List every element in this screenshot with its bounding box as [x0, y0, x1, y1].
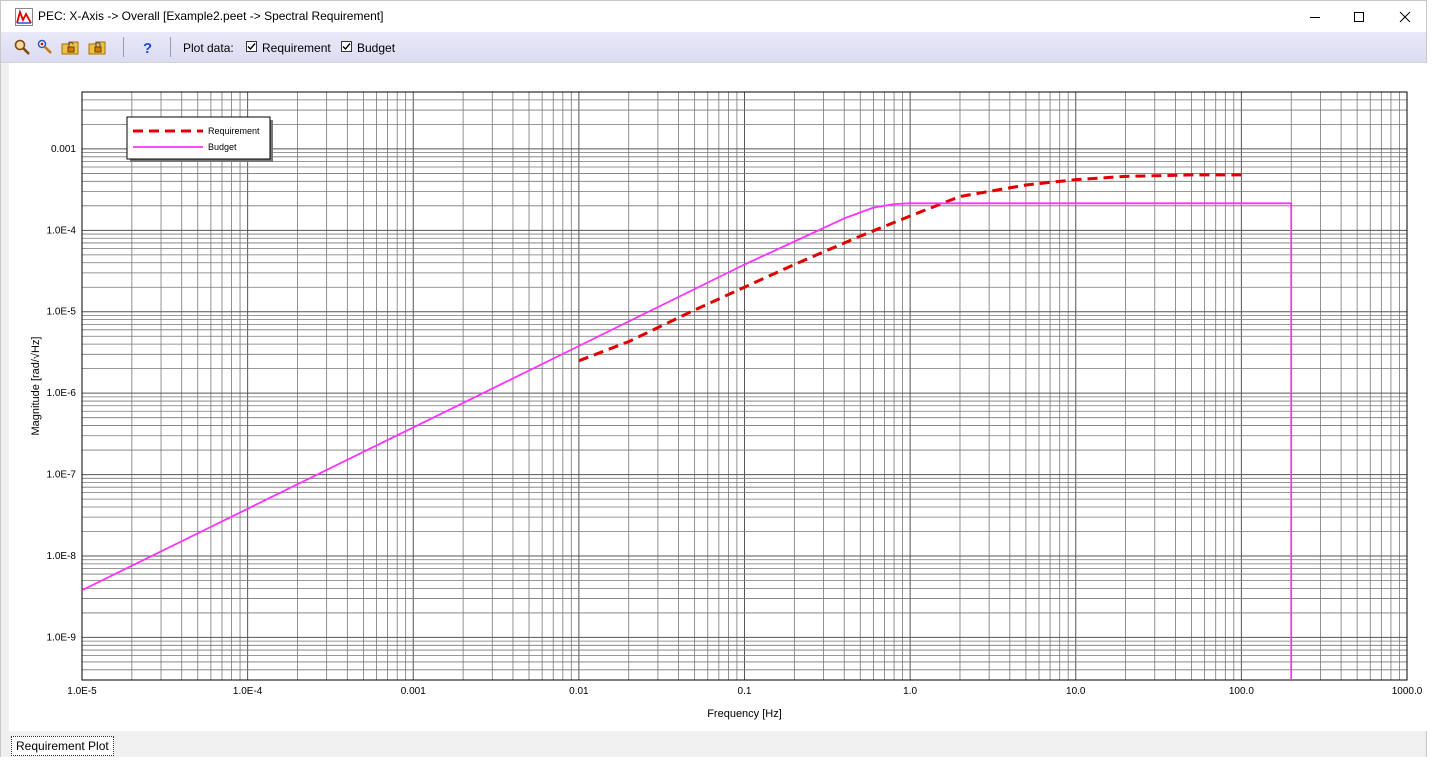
- close-button[interactable]: [1382, 1, 1428, 32]
- x-tick-label: 0.001: [401, 686, 426, 697]
- requirement-checkbox-label[interactable]: Requirement: [262, 41, 331, 55]
- x-tick-label: 1.0E-5: [67, 686, 97, 697]
- lock-folder-icon[interactable]: [88, 38, 106, 56]
- y-tick-label: 0.001: [51, 144, 76, 155]
- y-tick-label: 1.0E-5: [47, 307, 77, 318]
- x-axis-label: Frequency [Hz]: [707, 708, 782, 720]
- app-window: PEC: X-Axis -> Overall [Example2.peet ->…: [0, 0, 1427, 757]
- budget-checkbox-label[interactable]: Budget: [357, 41, 395, 55]
- app-logo-icon: [15, 8, 33, 26]
- window-title: PEC: X-Axis -> Overall [Example2.peet ->…: [38, 9, 384, 23]
- close-icon: [1399, 11, 1411, 22]
- y-tick-label: 1.0E-4: [47, 225, 77, 236]
- toolbar-separator: [170, 37, 171, 57]
- status-bar: Requirement Plot: [1, 732, 1426, 757]
- zoom-in-icon[interactable]: [13, 38, 31, 56]
- maximize-button[interactable]: [1336, 1, 1382, 32]
- help-icon[interactable]: ?: [138, 38, 156, 56]
- legend-entry: Budget: [208, 142, 237, 152]
- plot-area: 1.0E-5 1.0E-4 0.001 0.01 0.1 1.0 10.0 100.0 1000…: [9, 63, 1427, 731]
- spectral-requirement-chart[interactable]: 1.0E-5 1.0E-4 0.001 0.01 0.1 1.0 10.0 100.0 1000…: [9, 63, 1427, 731]
- requirement-checkbox[interactable]: [246, 41, 257, 52]
- y-tick-label: 1.0E-8: [47, 551, 77, 562]
- x-tick-label: 1.0E-4: [233, 686, 263, 697]
- legend: [126, 116, 271, 160]
- toolbar: ? Plot data: Requirement Budget: [1, 32, 1426, 63]
- x-tick-label: 0.1: [738, 686, 752, 697]
- x-tick-label: 0.01: [569, 686, 589, 697]
- minimize-icon: [1310, 16, 1320, 18]
- y-tick-label: 1.0E-9: [47, 632, 77, 643]
- x-tick-label: 1.0: [903, 686, 917, 697]
- y-tick-label: 1.0E-7: [47, 470, 77, 481]
- unlock-folder-icon[interactable]: [61, 38, 79, 56]
- y-tick-label: 1.0E-6: [47, 388, 77, 399]
- budget-checkbox[interactable]: [341, 41, 352, 52]
- x-tick-label: 100.0: [1229, 686, 1254, 697]
- x-tick-label: 10.0: [1066, 686, 1086, 697]
- legend-entry: Requirement: [208, 126, 260, 136]
- title-bar: PEC: X-Axis -> Overall [Example2.peet ->…: [1, 1, 1426, 32]
- tab-requirement-plot[interactable]: Requirement Plot: [11, 736, 114, 756]
- svg-text:?: ?: [143, 40, 152, 56]
- maximize-icon: [1354, 11, 1364, 22]
- y-axis-label: Magnitude [rad/√Hz]: [30, 337, 42, 436]
- minimize-button[interactable]: [1292, 1, 1338, 32]
- plot-data-label: Plot data:: [183, 41, 234, 55]
- x-tick-label: 1000.0: [1392, 686, 1423, 697]
- zoom-pen-icon[interactable]: [36, 38, 54, 56]
- toolbar-separator: [123, 37, 124, 57]
- check-icon: [342, 43, 351, 51]
- check-icon: [247, 43, 256, 51]
